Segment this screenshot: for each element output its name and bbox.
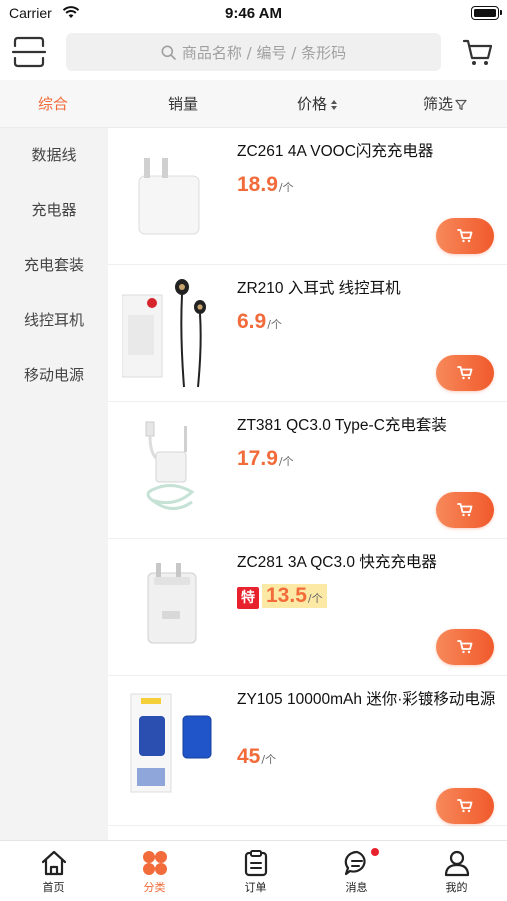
price-unit: /个 xyxy=(278,455,294,468)
filter-price[interactable]: 价格 xyxy=(297,80,338,128)
message-badge-dot xyxy=(371,848,379,856)
filter-label: 筛选 xyxy=(423,95,454,113)
price-value: 45 xyxy=(237,745,261,768)
sidebar-item-charger[interactable]: 充电器 xyxy=(0,183,108,238)
filter-funnel-icon xyxy=(455,99,467,110)
product-card[interactable]: ZY105 10000mAh 迷你·彩镀移动电源 45 /个 xyxy=(108,676,507,826)
cart-icon xyxy=(457,799,473,813)
sidebar-item-power-bank[interactable]: 移动电源 xyxy=(0,348,108,403)
search-input[interactable]: 商品名称 / 编号 / 条形码 xyxy=(66,33,441,71)
tab-category[interactable]: 分类 xyxy=(104,841,205,901)
tab-profile[interactable]: 我的 xyxy=(406,841,507,901)
search-header: 商品名称 / 编号 / 条形码 xyxy=(0,26,507,78)
tab-label: 订单 xyxy=(244,881,267,894)
cart-icon xyxy=(457,366,473,380)
category-icon xyxy=(143,851,167,875)
cart-icon xyxy=(457,640,473,654)
price-value: 17.9 xyxy=(237,447,278,470)
product-image xyxy=(147,563,197,644)
filter-screen[interactable]: 筛选 xyxy=(423,80,467,128)
price-value: 6.9 xyxy=(237,310,267,333)
tab-home[interactable]: 首页 xyxy=(3,841,104,901)
price-unit: /个 xyxy=(307,592,323,605)
sidebar-item-wired-earphones[interactable]: 线控耳机 xyxy=(0,293,108,348)
product-image xyxy=(138,158,200,235)
product-image xyxy=(130,693,212,793)
product-image xyxy=(145,421,195,510)
add-to-cart-button[interactable] xyxy=(436,355,494,391)
price-unit: /个 xyxy=(267,318,282,331)
bottom-tab-bar: 首页 分类 订单 消息 我的 xyxy=(0,840,507,900)
status-bar: Carrier 9:46 AM xyxy=(0,0,507,26)
order-icon xyxy=(244,850,268,877)
tab-orders[interactable]: 订单 xyxy=(205,841,306,901)
category-sidebar: 数据线 充电器 充电套装 线控耳机 移动电源 xyxy=(0,128,108,840)
add-to-cart-button[interactable] xyxy=(436,492,494,528)
filter-label: 价格 xyxy=(297,95,328,113)
tab-messages[interactable]: 消息 xyxy=(306,841,407,901)
special-price-box: 13.5 /个 xyxy=(262,584,327,608)
sort-arrows-icon xyxy=(331,99,338,110)
price-value: 13.5 xyxy=(266,584,307,607)
product-price: 6.9 /个 xyxy=(237,310,282,334)
product-price: 17.9 /个 xyxy=(237,447,294,471)
filter-label: 销量 xyxy=(168,95,199,113)
message-icon xyxy=(344,850,366,876)
add-to-cart-button[interactable] xyxy=(436,788,494,824)
product-name: ZT381 QC3.0 Type-C充电套装 xyxy=(237,417,447,434)
profile-icon xyxy=(444,850,470,877)
add-to-cart-button[interactable] xyxy=(436,218,494,254)
cart-icon xyxy=(457,229,473,243)
special-price-badge: 特 xyxy=(237,587,259,609)
tab-label: 我的 xyxy=(445,881,468,894)
cart-icon[interactable] xyxy=(462,36,494,68)
product-card[interactable]: ZT381 QC3.0 Type-C充电套装 17.9 /个 xyxy=(108,402,507,539)
product-name: ZR210 入耳式 线控耳机 xyxy=(237,280,401,297)
product-price: 特 13.5 /个 xyxy=(237,584,327,609)
product-card[interactable]: ZC281 3A QC3.0 快充充电器 特 13.5 /个 xyxy=(108,539,507,676)
product-image xyxy=(122,279,206,388)
search-placeholder: 商品名称 / 编号 / 条形码 xyxy=(181,43,347,62)
price-value: 18.9 xyxy=(237,173,278,196)
scan-icon[interactable] xyxy=(12,36,46,68)
search-icon xyxy=(161,45,176,60)
product-price: 45 /个 xyxy=(237,745,276,769)
product-price: 18.9 /个 xyxy=(237,173,294,197)
sidebar-item-data-cable[interactable]: 数据线 xyxy=(0,128,108,183)
product-card[interactable]: ZR210 入耳式 线控耳机 6.9 /个 xyxy=(108,265,507,402)
price-unit: /个 xyxy=(261,753,277,766)
home-icon xyxy=(41,850,67,876)
product-name: ZC261 4A VOOC闪充充电器 xyxy=(237,143,434,160)
product-list: ZC261 4A VOOC闪充充电器 18.9 /个 ZR210 入耳式 线控耳… xyxy=(108,128,507,840)
tab-label: 消息 xyxy=(345,881,368,894)
add-to-cart-button[interactable] xyxy=(436,629,494,665)
sidebar-item-charging-kit[interactable]: 充电套装 xyxy=(0,238,108,293)
product-card[interactable]: ZC261 4A VOOC闪充充电器 18.9 /个 xyxy=(108,128,507,265)
status-time: 9:46 AM xyxy=(225,5,282,22)
cart-icon xyxy=(457,503,473,517)
filter-bar: 综合 销量 价格 筛选 xyxy=(0,80,507,128)
product-name: ZC281 3A QC3.0 快充充电器 xyxy=(237,554,437,571)
battery-icon xyxy=(471,6,502,20)
filter-label: 综合 xyxy=(38,95,69,113)
tab-label: 分类 xyxy=(143,881,166,894)
filter-sales[interactable]: 销量 xyxy=(168,80,198,128)
product-name: ZY105 10000mAh 迷你·彩镀移动电源 xyxy=(237,691,496,708)
filter-comprehensive[interactable]: 综合 xyxy=(38,80,68,128)
tab-label: 首页 xyxy=(42,881,65,894)
price-unit: /个 xyxy=(278,181,294,194)
